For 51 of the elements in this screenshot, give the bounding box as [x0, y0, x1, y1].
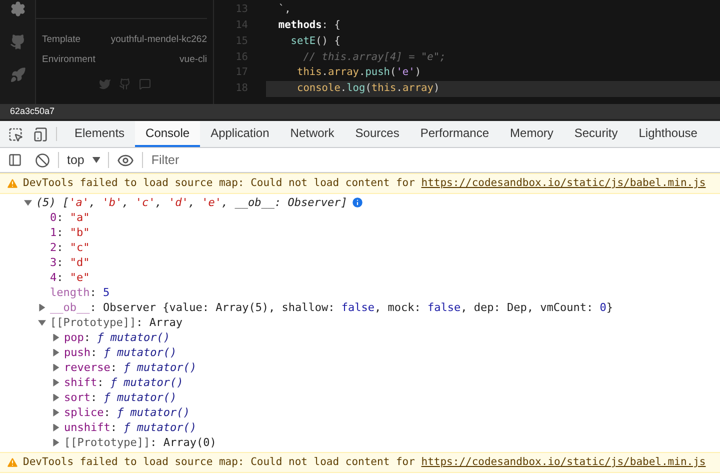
warning-message: DevTools failed to load source map: Could not load content for https://codesandbox.io/static/js/babel.min.js — [0, 173, 720, 194]
commit-hash: 62a3c50a7 — [10, 104, 55, 118]
console-property: [[Prototype]]: Array(0) — [64, 435, 216, 450]
console-property: shift: ƒ mutator() — [64, 375, 184, 390]
devtools-tab[interactable]: Memory — [500, 121, 564, 147]
devtools-tab[interactable]: Performance — [410, 121, 500, 147]
console-property: 0: "a" — [50, 210, 90, 225]
warning-icon — [6, 456, 19, 469]
clear-console-icon[interactable] — [35, 152, 50, 168]
console-property: reverse: ƒ mutator() — [64, 360, 196, 375]
console-property: push: ƒ mutator() — [64, 345, 177, 360]
info-value: vue-cli — [180, 53, 207, 68]
code-line: `, — [277, 2, 292, 18]
console-property: sort: ƒ mutator() — [64, 390, 177, 405]
source-link[interactable]: https://codesandbox.io/static/js/babel.min.js — [421, 176, 706, 191]
warning-icon — [6, 177, 19, 190]
dropdown-caret-icon — [92, 157, 100, 163]
settings-icon[interactable] — [10, 1, 26, 17]
devtools-tab[interactable]: Network — [280, 121, 345, 147]
devtools-tab[interactable]: Console — [135, 121, 200, 147]
devtools-tab[interactable]: Elements — [64, 121, 136, 147]
console-property: 2: "c" — [50, 240, 90, 255]
info-label: Environment — [42, 53, 96, 68]
code-line: this.array.push('e') — [296, 65, 422, 80]
console-property: pop: ƒ mutator() — [64, 330, 170, 345]
devtools-tab[interactable]: Security — [564, 121, 628, 147]
devtools-tab[interactable]: Lighthouse — [628, 121, 708, 147]
devtools-tab[interactable]: Application — [200, 121, 280, 147]
console-property: __ob__: Observer {value: Array(5), shallow: false, mock: false, dep: Dep, vmCount: 0} — [50, 300, 613, 315]
devtools-tab[interactable]: Sources — [344, 121, 410, 147]
code-line: // this.array[4] = "e"; — [302, 50, 447, 65]
info-icon[interactable] — [351, 196, 364, 209]
console-property: 3: "d" — [50, 255, 90, 270]
info-label: Template — [42, 33, 81, 47]
code-line: methods: { — [277, 18, 342, 33]
source-link[interactable]: https://codesandbox.io/static/js/babel.min.js — [421, 455, 706, 470]
console-property: [[Prototype]]: Array — [50, 315, 182, 330]
console-property: unshift: ƒ mutator() — [64, 420, 196, 435]
context-dropdown[interactable]: top — [67, 150, 100, 170]
filter-field[interactable]: Filter — [147, 148, 720, 172]
sidebar-toggle-icon[interactable] — [8, 153, 22, 167]
code-line: setE() { — [290, 34, 342, 49]
console-property: 4: "e" — [50, 270, 90, 285]
inspect-icon[interactable] — [8, 126, 23, 142]
warning-message: DevTools failed to load source map: Could not load content for https://codesandbox.io/static/js/babel.min.js — [0, 452, 720, 473]
console-property: (5) ['a', 'b', 'c', 'd', 'e', __ob__: Observer] — [36, 195, 348, 210]
console-property: splice: ƒ mutator() — [64, 405, 190, 420]
info-value: youthful-mendel-kc262 — [110, 33, 207, 47]
console-property: 1: "b" — [50, 225, 90, 240]
console-property: length: 5 — [50, 285, 110, 300]
device-toolbar-icon[interactable] — [33, 126, 48, 142]
